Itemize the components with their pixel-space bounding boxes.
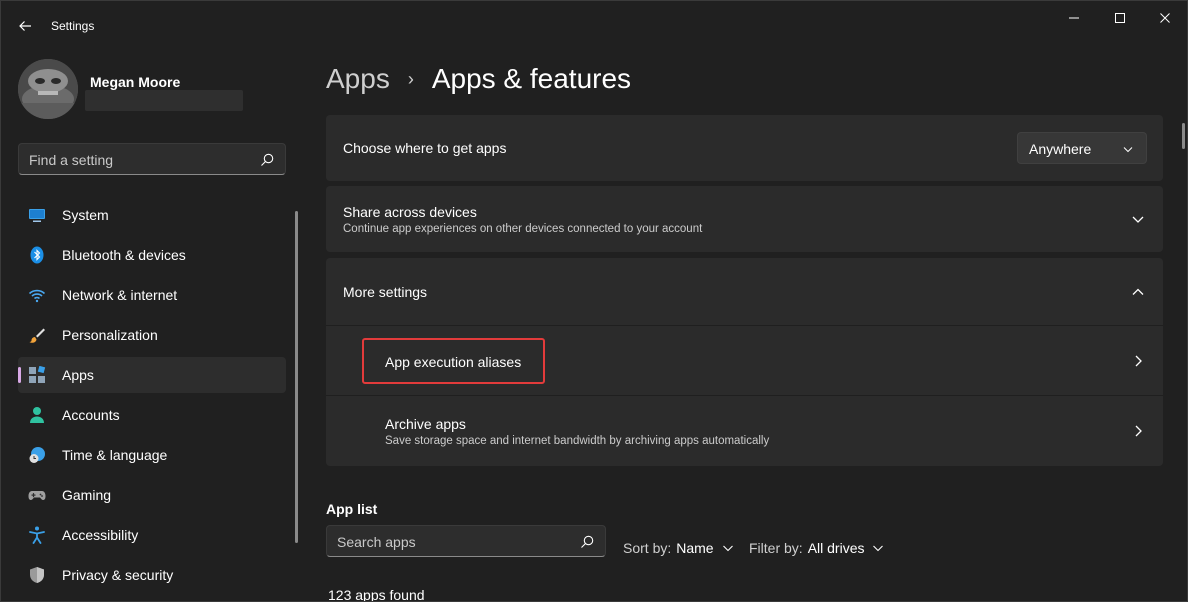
sidebar-item-label: Network & internet	[62, 287, 178, 303]
accounts-icon	[30, 407, 44, 423]
where-to-get-apps-label: Choose where to get apps	[343, 140, 507, 156]
bluetooth-icon	[30, 246, 44, 264]
sort-by-dropdown[interactable]: Sort by: Name	[623, 540, 734, 556]
sidebar-item-gaming[interactable]: Gaming	[18, 477, 286, 513]
profile-email-redacted	[85, 90, 243, 111]
sidebar-item-time-language[interactable]: Time & language	[18, 437, 286, 473]
find-setting-search[interactable]: Find a setting	[18, 143, 286, 175]
sidebar-item-network[interactable]: Network & internet	[18, 277, 286, 313]
breadcrumb-separator: ›	[407, 68, 414, 89]
chevron-right-icon	[1135, 355, 1142, 367]
apps-icon	[29, 366, 46, 383]
chevron-right-icon	[1135, 425, 1142, 437]
sidebar-item-label: Accounts	[62, 407, 120, 423]
sidebar-item-accounts[interactable]: Accounts	[18, 397, 286, 433]
clock-globe-icon	[29, 447, 45, 463]
find-setting-placeholder: Find a setting	[29, 152, 114, 168]
sidebar-item-apps[interactable]: Apps	[18, 357, 286, 393]
search-apps-input[interactable]: Search apps	[326, 525, 606, 557]
close-icon	[1160, 13, 1170, 23]
share-across-devices-card[interactable]: Share across devices Continue app experi…	[326, 186, 1163, 252]
sidebar-item-label: Time & language	[62, 447, 168, 463]
sidebar-item-label: Gaming	[62, 487, 112, 503]
sidebar-item-privacy[interactable]: Privacy & security	[18, 557, 286, 593]
avatar-image	[18, 59, 78, 119]
accessibility-icon	[29, 526, 45, 544]
breadcrumb: Apps › Apps & features	[326, 59, 631, 99]
minimize-icon	[1069, 17, 1079, 19]
sidebar-item-label: Privacy & security	[62, 567, 174, 583]
maximize-button[interactable]	[1097, 1, 1143, 35]
search-icon	[261, 153, 274, 166]
sidebar-item-bluetooth[interactable]: Bluetooth & devices	[18, 237, 286, 273]
back-arrow-icon	[19, 21, 31, 31]
more-settings-title: More settings	[343, 284, 428, 300]
user-profile[interactable]: Megan Moore	[18, 59, 288, 121]
share-title: Share across devices	[343, 204, 477, 220]
more-settings-header[interactable]: More settings	[326, 258, 1163, 325]
gamepad-icon	[28, 491, 46, 500]
filter-by-label: Filter by:	[749, 540, 803, 556]
archive-apps-description: Save storage space and internet bandwidt…	[385, 435, 770, 447]
system-icon	[29, 209, 45, 222]
sidebar-item-personalization[interactable]: Personalization	[18, 317, 286, 353]
chevron-down-icon	[1123, 147, 1133, 153]
page-title: Apps & features	[431, 63, 632, 94]
shield-icon	[30, 567, 44, 583]
close-button[interactable]	[1142, 1, 1187, 35]
filter-by-value: All drives	[807, 540, 865, 556]
chevron-down-icon	[722, 545, 733, 552]
highlight-box	[362, 338, 545, 384]
chevron-down-icon	[873, 545, 884, 552]
selection-indicator	[18, 367, 21, 383]
chevron-down-icon[interactable]	[1131, 212, 1145, 226]
where-to-get-apps-card: Choose where to get apps Anywhere	[326, 115, 1163, 181]
archive-apps-row[interactable]: Archive apps Save storage space and inte…	[326, 396, 1163, 466]
sort-by-value: Name	[676, 540, 714, 556]
title-bar: Settings	[1, 1, 1187, 49]
more-settings-card: More settings App execution aliases Arch…	[326, 258, 1163, 466]
archive-apps-title: Archive apps	[385, 416, 466, 432]
search-icon	[581, 535, 594, 548]
window-title: Settings	[51, 19, 95, 33]
where-to-get-apps-dropdown[interactable]: Anywhere	[1017, 132, 1147, 164]
sidebar-item-label: Apps	[62, 367, 94, 383]
sort-by-label: Sort by:	[623, 540, 672, 556]
sidebar-item-label: System	[62, 207, 109, 223]
settings-window: Settings Megan Moore Find a setting Syst…	[0, 0, 1188, 602]
apps-found-count: 123 apps found	[328, 587, 425, 602]
wifi-icon	[28, 289, 46, 303]
back-button[interactable]	[9, 11, 41, 41]
sidebar-nav: System Bluetooth & devices Network & int…	[18, 197, 286, 597]
profile-name: Megan Moore	[90, 74, 181, 90]
sidebar-item-accessibility[interactable]: Accessibility	[18, 517, 286, 553]
app-list-heading: App list	[326, 501, 378, 517]
sidebar-item-system[interactable]: System	[18, 197, 286, 233]
breadcrumb-parent-link[interactable]: Apps	[326, 63, 390, 95]
sidebar-item-label: Bluetooth & devices	[62, 247, 186, 263]
minimize-button[interactable]	[1051, 1, 1097, 35]
sidebar-item-label: Accessibility	[62, 527, 139, 543]
avatar	[18, 59, 78, 119]
search-apps-placeholder: Search apps	[337, 534, 416, 550]
sidebar-scrollbar[interactable]	[295, 211, 298, 543]
filter-by-dropdown[interactable]: Filter by: All drives	[749, 540, 884, 556]
chevron-up-icon[interactable]	[1131, 285, 1145, 299]
main-scrollbar[interactable]	[1182, 123, 1185, 149]
sidebar-item-label: Personalization	[62, 327, 158, 343]
share-description: Continue app experiences on other device…	[343, 223, 703, 235]
brush-icon	[29, 328, 45, 343]
maximize-icon	[1115, 13, 1125, 23]
dropdown-value: Anywhere	[1029, 141, 1092, 157]
